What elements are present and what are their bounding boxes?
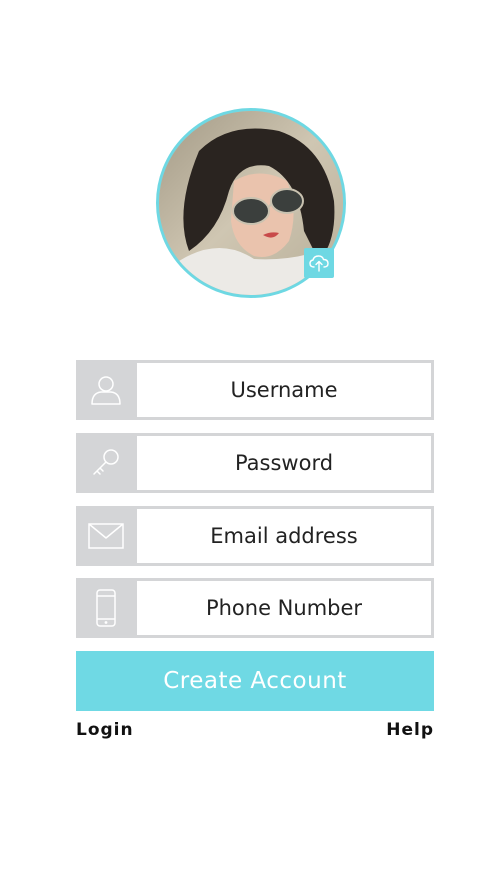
email-field-group (76, 506, 434, 566)
create-account-button[interactable]: Create Account (76, 651, 434, 711)
password-icon-box (76, 433, 136, 493)
cloud-upload-icon (309, 255, 329, 272)
phone-icon (96, 589, 116, 627)
phone-field-group (76, 578, 434, 638)
envelope-icon (88, 523, 124, 549)
upload-photo-button[interactable] (304, 248, 334, 278)
key-icon (93, 449, 119, 475)
email-icon-box (76, 506, 136, 566)
help-link[interactable]: Help (386, 720, 434, 740)
user-icon (91, 376, 121, 405)
login-link[interactable]: Login (76, 720, 134, 740)
username-icon-box (76, 360, 136, 420)
password-input[interactable] (137, 436, 431, 490)
username-input[interactable] (137, 363, 431, 417)
username-field-group (76, 360, 434, 420)
phone-icon-box (76, 578, 136, 638)
email-input[interactable] (137, 509, 431, 563)
phone-input[interactable] (137, 581, 431, 635)
avatar-container (156, 108, 346, 298)
password-field-group (76, 433, 434, 493)
